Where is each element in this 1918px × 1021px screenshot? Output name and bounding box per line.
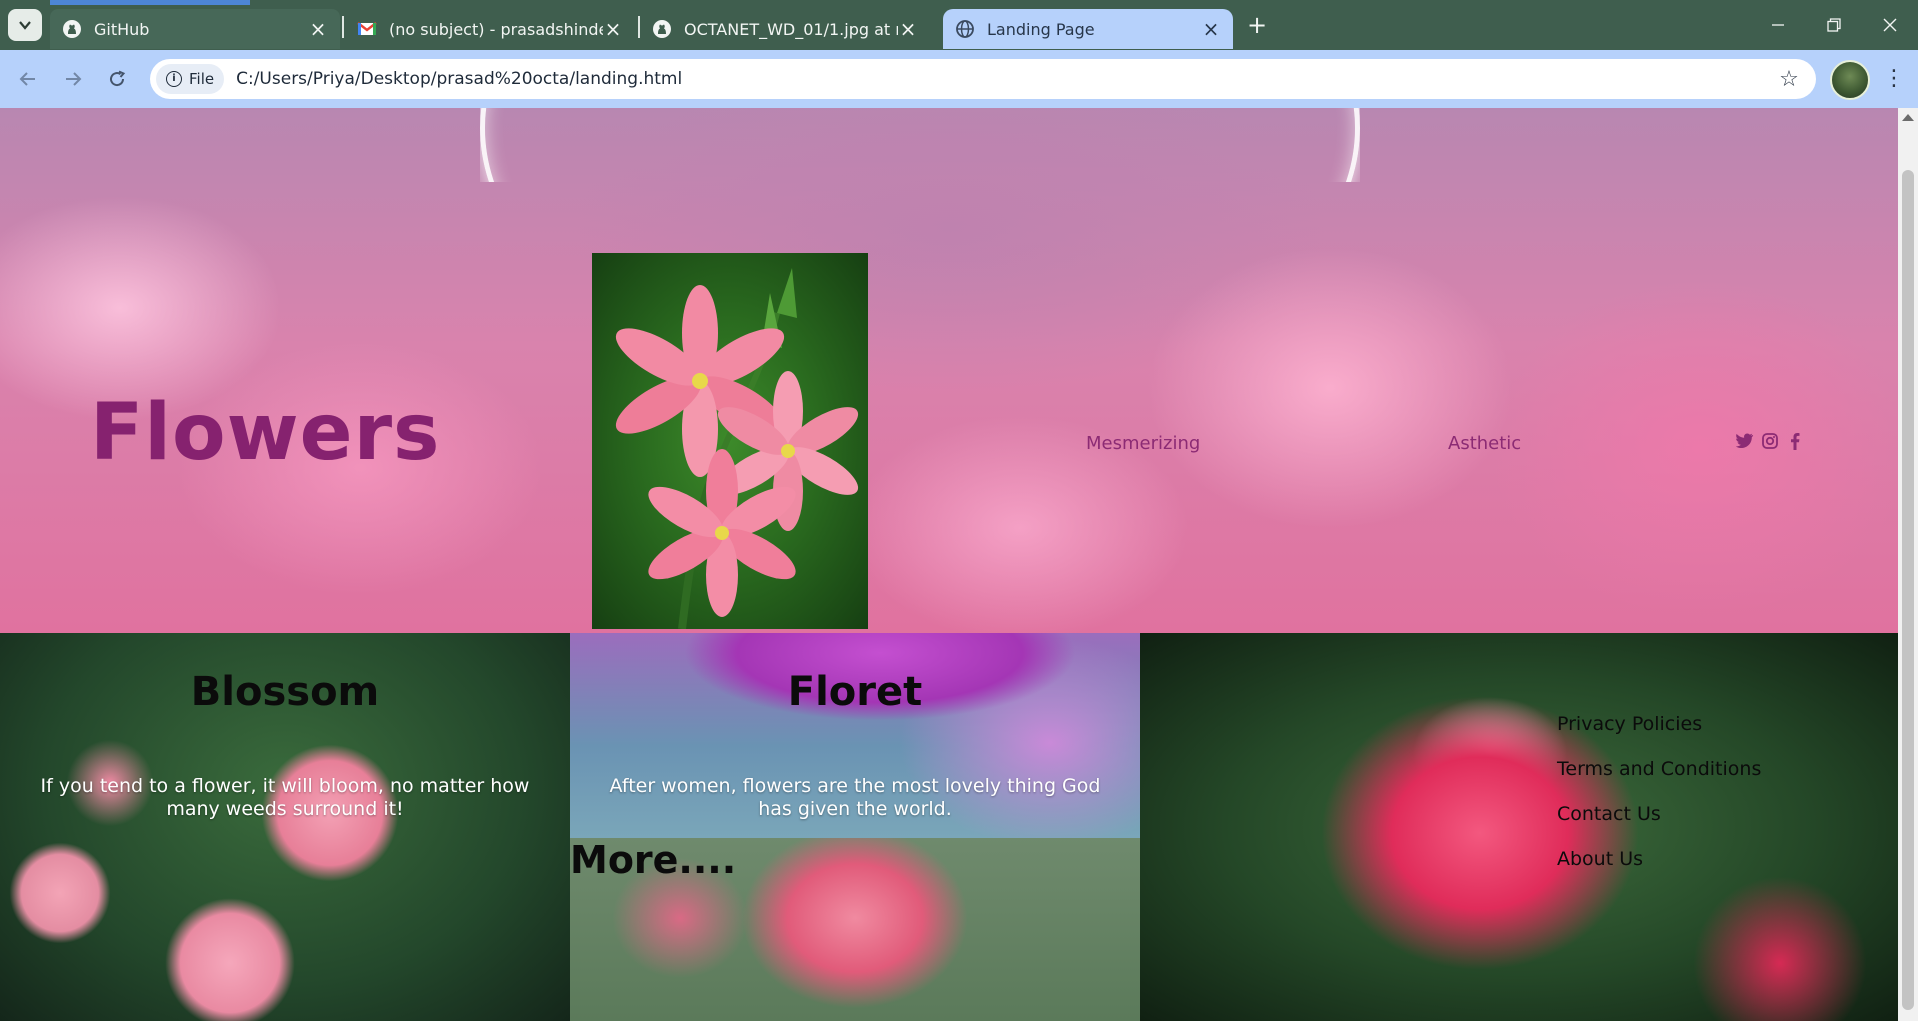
tab-github[interactable]: GitHub × (50, 0, 340, 49)
profile-avatar[interactable] (1830, 60, 1870, 100)
address-bar[interactable]: i File C:/Users/Priya/Desktop/prasad%20o… (150, 59, 1816, 99)
site-info-label: File (189, 70, 215, 88)
blossom-text: If you tend to a flower, it will bloom, … (40, 775, 530, 820)
more-title[interactable]: More.... (570, 838, 736, 882)
footer-links: Privacy Policies Terms and Conditions Co… (1557, 713, 1761, 893)
tab-title: OCTANET_WD_01/1.jpg at main (684, 19, 898, 39)
tab-title: Landing Page (987, 19, 1095, 39)
rose-card: Privacy Policies Terms and Conditions Co… (1140, 633, 1898, 1021)
hero-section: Flowers Mesmerizing Asthetic (0, 108, 1898, 633)
footer-link-contact-us[interactable]: Contact Us (1557, 803, 1761, 848)
blossom-title: Blossom (190, 669, 380, 715)
scroll-up-icon[interactable] (1902, 114, 1914, 121)
site-info-chip[interactable]: i File (156, 64, 225, 94)
restore-button[interactable] (1806, 0, 1862, 50)
instagram-icon[interactable] (1762, 433, 1778, 454)
nav-link-asthetic[interactable]: Asthetic (1448, 433, 1521, 454)
info-icon: i (166, 71, 182, 87)
floret-title: Floret (787, 669, 923, 715)
new-tab-button[interactable]: + (1244, 12, 1270, 38)
github-icon (652, 19, 672, 39)
close-window-button[interactable] (1862, 0, 1918, 50)
blossom-card: Blossom If you tend to a flower, it will… (0, 633, 570, 1021)
tab-github-file[interactable]: OCTANET_WD_01/1.jpg at main × (640, 9, 930, 49)
tab-title: GitHub (94, 19, 150, 39)
tab-search-button[interactable] (8, 9, 42, 41)
close-icon[interactable]: × (1201, 19, 1221, 39)
arrow-left-icon (19, 72, 35, 86)
hero-flower-image (592, 253, 868, 629)
back-button[interactable] (13, 64, 43, 94)
github-icon (62, 19, 82, 39)
more-menu-icon[interactable]: ⋮ (1880, 64, 1908, 94)
url-text[interactable]: C:/Users/Priya/Desktop/prasad%20octa/lan… (236, 69, 1774, 89)
footer-link-terms-and-conditions[interactable]: Terms and Conditions (1557, 758, 1761, 803)
page-scrollbar[interactable] (1898, 108, 1918, 1021)
nav-link-mesmerizing[interactable]: Mesmerizing (1086, 433, 1200, 454)
close-icon[interactable]: × (308, 19, 328, 39)
close-icon[interactable]: × (898, 19, 918, 39)
gmail-icon (357, 19, 377, 39)
footer-link-about-us[interactable]: About Us (1557, 848, 1761, 893)
tab-landing-page[interactable]: Landing Page × (943, 9, 1233, 49)
tab-strip: GitHub × (no subject) - prasadshinde0420… (0, 0, 1918, 50)
minimize-icon (1772, 24, 1784, 26)
tab-gmail[interactable]: (no subject) - prasadshinde0420 × (345, 9, 635, 49)
tab-title: (no subject) - prasadshinde0420 (389, 19, 603, 39)
page-viewport: Flowers Mesmerizing Asthetic Blossom If … (0, 108, 1898, 1021)
twitter-icon[interactable] (1735, 433, 1754, 454)
scrollbar-thumb[interactable] (1902, 170, 1914, 1010)
reload-icon (110, 70, 126, 87)
footer-link-privacy-policies[interactable]: Privacy Policies (1557, 713, 1761, 758)
tab-separator (342, 16, 344, 38)
minimize-button[interactable] (1750, 0, 1806, 50)
close-icon[interactable]: × (603, 19, 623, 39)
restore-icon (1827, 18, 1841, 32)
reload-button[interactable] (102, 64, 132, 94)
floret-text: After women, flowers are the most lovely… (609, 775, 1101, 820)
browser-toolbar: i File C:/Users/Priya/Desktop/prasad%20o… (0, 50, 1918, 108)
facebook-icon[interactable] (1790, 433, 1800, 455)
close-icon (1883, 18, 1897, 32)
star-icon[interactable]: ☆ (1774, 67, 1804, 92)
hero-title: Flowers (90, 388, 441, 478)
more-card: More.... (570, 838, 1140, 1021)
forward-button[interactable] (58, 64, 88, 94)
chevron-down-icon (19, 21, 31, 30)
floret-card: Floret After women, flowers are the most… (570, 633, 1140, 838)
globe-icon (955, 19, 975, 39)
arrow-right-icon (66, 72, 82, 86)
